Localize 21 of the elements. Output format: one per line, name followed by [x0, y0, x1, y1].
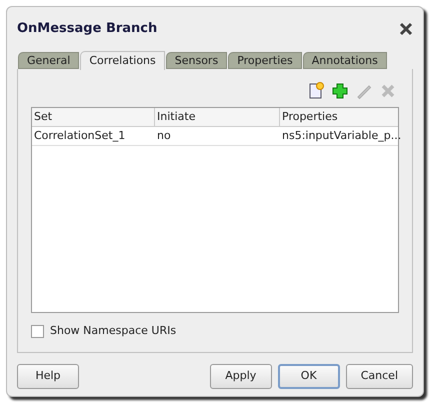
table-cell-text: CorrelationSet_1 — [33, 128, 126, 144]
new-document-icon[interactable] — [307, 82, 325, 100]
dialog-button[interactable]: Cancel — [346, 364, 413, 389]
tab[interactable]: Correlations — [80, 51, 165, 70]
close-icon[interactable] — [399, 22, 413, 36]
column-header[interactable]: Set — [32, 108, 155, 126]
tab[interactable]: Sensors — [166, 52, 228, 69]
dialog-button[interactable]: Help — [17, 364, 79, 389]
checkbox[interactable] — [31, 324, 44, 338]
tab[interactable]: Properties — [228, 52, 302, 69]
dialog-button[interactable]: OK — [278, 364, 340, 389]
tab[interactable]: General — [18, 52, 80, 69]
column-header[interactable]: Initiate — [155, 108, 280, 126]
table-cell-text: no — [156, 128, 172, 144]
window-title: OnMessage Branch — [17, 20, 158, 38]
table-cell-text: ns5:inputVariable_p... — [281, 128, 402, 144]
tab[interactable]: Annotations — [302, 52, 387, 69]
checkbox-label: Show Namespace URIs — [50, 323, 176, 339]
column-header[interactable]: Properties — [280, 108, 398, 126]
dialog-button[interactable]: Apply — [210, 364, 272, 389]
plus-icon[interactable] — [331, 82, 349, 100]
